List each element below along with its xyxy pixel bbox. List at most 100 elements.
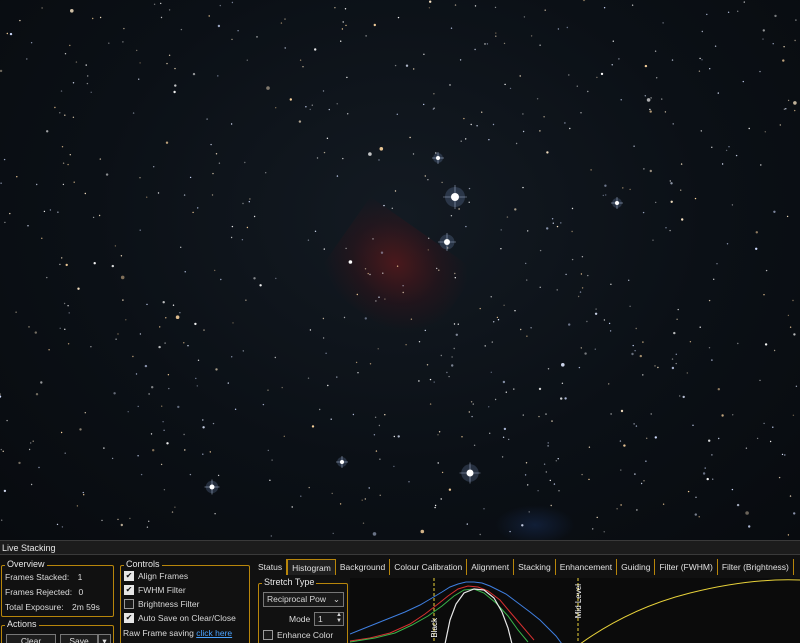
star (101, 519, 103, 522)
star (711, 454, 713, 456)
star (93, 262, 96, 265)
star (61, 257, 63, 259)
star (433, 93, 435, 95)
star (671, 358, 674, 360)
star (561, 363, 565, 367)
stacked-image-view[interactable] (0, 0, 800, 540)
tab-colour-calibration[interactable]: Colour Calibration (390, 559, 468, 575)
star (558, 490, 560, 492)
star (649, 169, 652, 173)
star (671, 366, 675, 370)
stretch-type-select[interactable]: Reciprocal Pow ⌄ (263, 592, 344, 607)
star (483, 508, 485, 510)
star (479, 307, 481, 310)
frames-stacked-label: Frames Stacked: (5, 572, 70, 582)
tab-filter-brightness[interactable]: Filter (Brightness) (718, 559, 794, 575)
fwhm-filter-checkbox[interactable]: ✔ FWHM Filter (124, 585, 186, 595)
tab-status[interactable]: Status (254, 559, 288, 575)
tab-histogram[interactable]: Histogram (287, 559, 336, 575)
star (332, 532, 334, 535)
star (441, 181, 443, 184)
actions-group: Actions Clear Save ▾ (1, 619, 114, 643)
star (459, 59, 462, 61)
star (742, 80, 744, 83)
star (394, 190, 397, 192)
tab-background[interactable]: Background (336, 559, 391, 575)
star (434, 504, 437, 507)
histogram-view[interactable]: Black Mid Level (349, 578, 800, 643)
star (633, 145, 635, 147)
star (393, 465, 395, 468)
star (214, 269, 216, 272)
star (378, 424, 381, 427)
star (497, 319, 500, 321)
star (217, 474, 220, 477)
star (772, 43, 774, 45)
star (172, 304, 175, 306)
tab-filter-fwhm[interactable]: Filter (FWHM) (655, 559, 718, 575)
star (706, 477, 709, 481)
star (438, 269, 440, 271)
star (493, 321, 495, 323)
align-frames-checkbox[interactable]: ✔ Align Frames (124, 571, 188, 581)
star (538, 387, 542, 391)
star (543, 116, 545, 118)
clear-button[interactable]: Clear (6, 634, 56, 643)
star (1, 519, 3, 521)
star (108, 42, 110, 44)
stretch-curve (580, 579, 800, 643)
star (636, 509, 638, 511)
panel-title: Live Stacking (0, 541, 800, 555)
star (61, 526, 64, 528)
star (661, 98, 663, 100)
star (76, 505, 79, 507)
enhance-color-checkbox[interactable]: Enhance Color (263, 630, 333, 640)
star (203, 329, 205, 331)
star (596, 516, 598, 519)
star (568, 323, 571, 326)
star (441, 471, 444, 474)
star (473, 444, 476, 446)
star (735, 154, 738, 157)
bright-star (336, 456, 348, 468)
star (60, 431, 63, 434)
star (764, 343, 768, 346)
star (61, 146, 64, 148)
star (426, 364, 429, 366)
brightness-filter-checkbox[interactable]: Brightness Filter (124, 599, 199, 609)
star (364, 317, 367, 320)
star (174, 84, 177, 87)
save-dropdown-button[interactable]: ▾ (98, 634, 111, 643)
star (581, 473, 583, 476)
star (146, 196, 148, 198)
raw-frame-saving-link[interactable]: click here (196, 628, 232, 638)
tab-alignment[interactable]: Alignment (467, 559, 515, 575)
star (377, 348, 379, 350)
mode-stepper[interactable]: 1 ▲ ▼ (314, 612, 344, 626)
star (375, 450, 378, 452)
tab-stacking[interactable]: Stacking (514, 559, 556, 575)
star (539, 130, 541, 132)
star (471, 415, 473, 418)
star (458, 208, 460, 210)
star (90, 346, 92, 348)
star (644, 95, 646, 97)
save-button[interactable]: Save (60, 634, 98, 643)
star (424, 329, 426, 332)
tab-guiding[interactable]: Guiding (617, 559, 656, 575)
star (787, 99, 790, 102)
star (794, 39, 796, 42)
star (148, 520, 150, 522)
auto-save-checkbox[interactable]: ✔ Auto Save on Clear/Close (124, 613, 236, 623)
star (269, 479, 271, 481)
tab-enhancement[interactable]: Enhancement (556, 559, 618, 575)
star (708, 439, 711, 442)
star (342, 157, 344, 160)
star (620, 409, 624, 413)
star (709, 68, 711, 70)
star (15, 311, 17, 313)
star (547, 442, 549, 444)
star (603, 531, 605, 533)
star (267, 389, 269, 391)
star (197, 359, 200, 361)
